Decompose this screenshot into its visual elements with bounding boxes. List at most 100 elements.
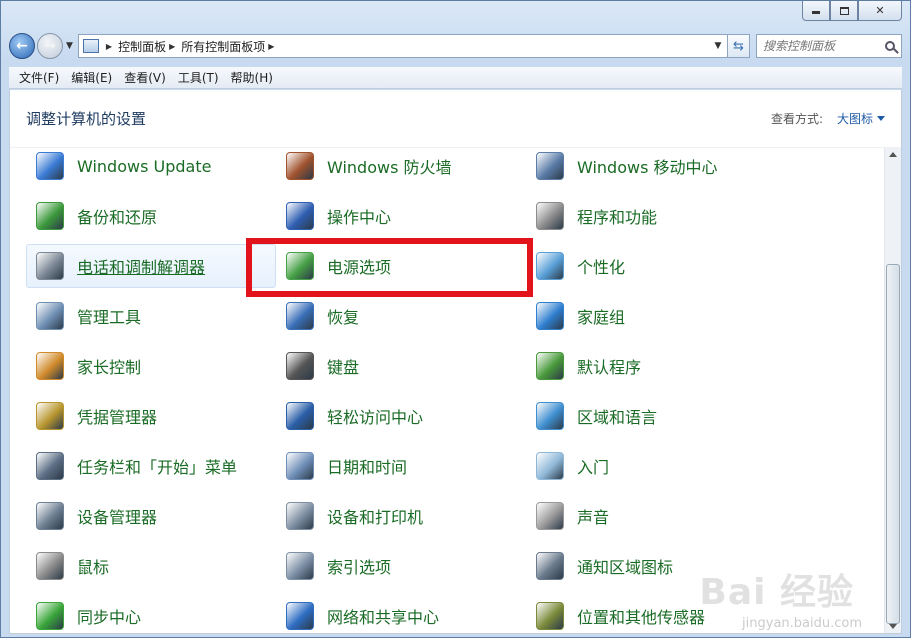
- control-panel-item[interactable]: 备份和还原: [26, 194, 276, 238]
- back-button[interactable]: ←: [9, 33, 35, 59]
- admin-tools-icon: [33, 299, 67, 333]
- control-panel-item[interactable]: 区域和语言: [526, 394, 776, 438]
- control-panel-item-label: Windows 移动中心: [577, 158, 718, 177]
- address-bar[interactable]: ▶ 控制面板 ▶ 所有控制面板项 ▶ ▼: [77, 34, 728, 58]
- control-panel-item[interactable]: 家庭组: [526, 294, 776, 338]
- minimize-button[interactable]: [802, 1, 830, 21]
- search-input[interactable]: [763, 39, 885, 53]
- control-panel-item[interactable]: 声音: [526, 494, 776, 538]
- control-panel-item[interactable]: 设备管理器: [26, 494, 276, 538]
- control-panel-item-label: 入门: [577, 458, 610, 477]
- control-panel-item-label: 恢复: [327, 308, 360, 327]
- icon-shape: [36, 402, 64, 430]
- icon-shape: [36, 152, 64, 180]
- control-panel-item[interactable]: Windows 移动中心: [526, 144, 776, 188]
- control-panel-item-label: 区域和语言: [577, 408, 658, 427]
- navigation-bar: ← → ▼ ▶ 控制面板 ▶ 所有控制面板项 ▶ ▼ ⇆: [9, 31, 902, 61]
- recent-pages-dropdown-icon[interactable]: ▼: [66, 41, 73, 51]
- address-dropdown-icon[interactable]: ▼: [709, 41, 727, 51]
- devices-printers-icon: [283, 499, 317, 533]
- control-panel-item[interactable]: 任务栏和「开始」菜单: [26, 444, 276, 488]
- view-by-dropdown[interactable]: 大图标: [837, 110, 885, 127]
- scroll-up-icon[interactable]: [889, 152, 897, 157]
- search-box[interactable]: [756, 34, 902, 58]
- menu-file[interactable]: 文件(F): [13, 69, 65, 86]
- control-panel-item[interactable]: 入门: [526, 444, 776, 488]
- control-panel-item[interactable]: 索引选项: [276, 544, 526, 588]
- content-pane: 调整计算机的设置 查看方式: 大图标 Windows Update Windows…: [9, 90, 902, 634]
- breadcrumb-all-items[interactable]: 所有控制面板项: [181, 38, 265, 55]
- forward-button[interactable]: →: [37, 33, 63, 59]
- control-panel-item[interactable]: 默认程序: [526, 344, 776, 388]
- control-panel-item-label: 电源选项: [327, 258, 392, 277]
- icon-shape: [286, 302, 314, 330]
- scroll-down-icon[interactable]: [889, 624, 897, 629]
- control-panel-item-label: Windows 防火墙: [327, 158, 452, 177]
- control-panel-item[interactable]: 个性化: [526, 244, 776, 288]
- control-panel-item[interactable]: 鼠标: [26, 544, 276, 588]
- view-by-value: 大图标: [836, 112, 873, 126]
- control-panel-item[interactable]: 电源选项: [276, 244, 526, 288]
- control-panel-item-label: 备份和还原: [77, 208, 158, 227]
- control-panel-item-label: 索引选项: [327, 558, 392, 577]
- breadcrumb-chevron-icon[interactable]: ▶: [169, 42, 175, 51]
- icon-shape: [36, 602, 64, 630]
- icon-shape: [286, 552, 314, 580]
- control-panel-item[interactable]: 网络和共享中心: [276, 594, 526, 638]
- control-panel-item[interactable]: 程序和功能: [526, 194, 776, 238]
- control-panel-item-label: 默认程序: [577, 358, 642, 377]
- control-panel-item[interactable]: 键盘: [276, 344, 526, 388]
- icon-shape: [36, 502, 64, 530]
- control-panel-item[interactable]: 轻松访问中心: [276, 394, 526, 438]
- control-panel-item-label: 鼠标: [77, 558, 110, 577]
- menu-bar: 文件(F) 编辑(E) 查看(V) 工具(T) 帮助(H): [9, 67, 902, 89]
- sync-center-icon: [33, 599, 67, 633]
- icon-shape: [36, 302, 64, 330]
- control-panel-item[interactable]: 恢复: [276, 294, 526, 338]
- search-icon[interactable]: [885, 41, 895, 51]
- icon-shape: [536, 452, 564, 480]
- control-panel-item[interactable]: 家长控制: [26, 344, 276, 388]
- refresh-icon: ⇆: [733, 38, 744, 54]
- programs-features-icon: [533, 199, 567, 233]
- refresh-button[interactable]: ⇆: [728, 34, 750, 58]
- breadcrumb-chevron-icon[interactable]: ▶: [268, 42, 274, 51]
- maximize-button[interactable]: [830, 1, 858, 21]
- control-panel-item[interactable]: Windows Update: [26, 144, 276, 188]
- menu-edit[interactable]: 编辑(E): [65, 69, 118, 86]
- control-panel-item-label: 位置和其他传感器: [577, 608, 706, 627]
- control-panel-item[interactable]: Windows 防火墙: [276, 144, 526, 188]
- indexing-options-icon: [283, 549, 317, 583]
- control-panel-item[interactable]: 电话和调制解调器: [26, 244, 276, 288]
- notification-area-icon: [533, 549, 567, 583]
- control-panel-item[interactable]: 管理工具: [26, 294, 276, 338]
- control-panel-item[interactable]: 日期和时间: [276, 444, 526, 488]
- control-panel-item-label: 设备管理器: [77, 508, 158, 527]
- control-panel-item-label: 同步中心: [77, 608, 142, 627]
- icon-shape: [36, 452, 64, 480]
- breadcrumb-chevron-icon[interactable]: ▶: [106, 42, 112, 51]
- icon-shape: [536, 352, 564, 380]
- close-button[interactable]: ✕: [858, 1, 902, 21]
- icon-shape: [286, 352, 314, 380]
- vertical-scrollbar[interactable]: [884, 148, 901, 633]
- control-panel-item[interactable]: 凭据管理器: [26, 394, 276, 438]
- content-header: 调整计算机的设置 查看方式: 大图标: [10, 90, 901, 148]
- control-panel-item[interactable]: 同步中心: [26, 594, 276, 638]
- breadcrumb-control-panel[interactable]: 控制面板: [118, 38, 166, 55]
- scroll-thumb[interactable]: [886, 264, 900, 624]
- icon-shape: [286, 202, 314, 230]
- page-title: 调整计算机的设置: [26, 110, 147, 128]
- icon-shape: [536, 202, 564, 230]
- forward-arrow-icon: →: [44, 38, 56, 54]
- control-panel-item-label: 通知区域图标: [577, 558, 674, 577]
- menu-tools[interactable]: 工具(T): [172, 69, 225, 86]
- control-panel-item[interactable]: 设备和打印机: [276, 494, 526, 538]
- control-panel-item[interactable]: 操作中心: [276, 194, 526, 238]
- taskbar-start-menu-icon: [33, 449, 67, 483]
- menu-view[interactable]: 查看(V): [118, 69, 172, 86]
- watermark-brand: Bai 经验: [699, 572, 854, 613]
- control-panel-item-label: Windows Update: [77, 156, 212, 176]
- menu-help[interactable]: 帮助(H): [225, 69, 279, 86]
- default-programs-icon: [533, 349, 567, 383]
